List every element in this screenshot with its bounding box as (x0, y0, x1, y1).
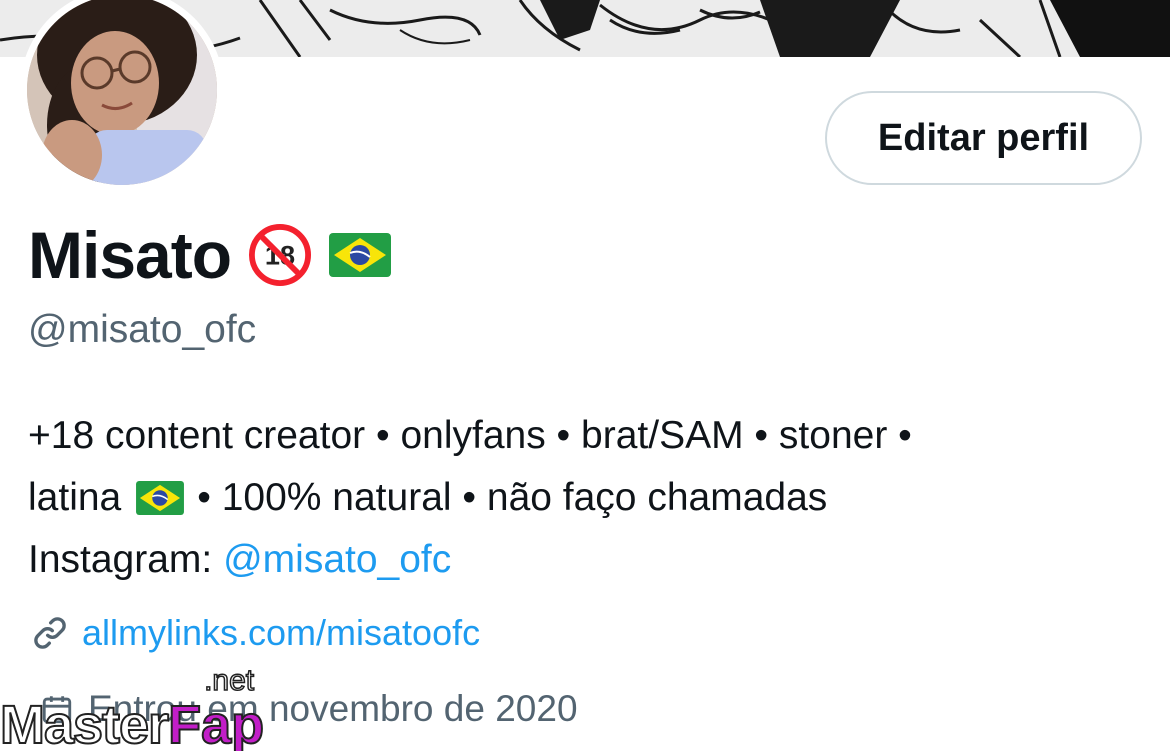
watermark-fap: Fap (167, 695, 265, 751)
bio-instagram-link[interactable]: @misato_ofc (223, 529, 451, 591)
watermark: Master Fap .net (0, 665, 265, 751)
bio-line-2: latina • 100% natural • não faço chamada… (28, 467, 1148, 529)
brazil-flag-icon (329, 233, 392, 277)
bio-line-1: +18 content creator • onlyfans • brat/SA… (28, 405, 1148, 467)
bio-line-3: Instagram: @misato_ofc (28, 529, 1148, 591)
watermark-part-3: .net (203, 664, 255, 697)
watermark-part-2: Fap .net (167, 665, 265, 751)
profile-website-row: allmylinks.com/misatoofc (30, 612, 480, 654)
avatar[interactable] (20, 0, 224, 192)
profile-bio: +18 content creator • onlyfans • brat/SA… (28, 405, 1148, 591)
display-name: Misato (28, 218, 232, 292)
bio-text-1: +18 content creator • onlyfans • brat/SA… (28, 414, 912, 457)
bio-text-2a: latina (28, 476, 122, 519)
link-icon (34, 617, 66, 649)
profile-website-link[interactable]: allmylinks.com/misatoofc (82, 612, 480, 654)
edit-profile-button[interactable]: Editar perfil (825, 91, 1142, 185)
profile-name-row: Misato 18 (28, 215, 392, 295)
profile-handle: @misato_ofc (28, 308, 257, 351)
bio-instagram-label: Instagram: (28, 538, 213, 581)
avatar-photo (27, 0, 217, 185)
brazil-flag-icon (136, 481, 185, 515)
watermark-part-1: Master (0, 695, 170, 751)
bio-text-2b: • 100% natural • não faço chamadas (197, 476, 828, 519)
no-one-under-eighteen-icon: 18 (249, 224, 312, 286)
